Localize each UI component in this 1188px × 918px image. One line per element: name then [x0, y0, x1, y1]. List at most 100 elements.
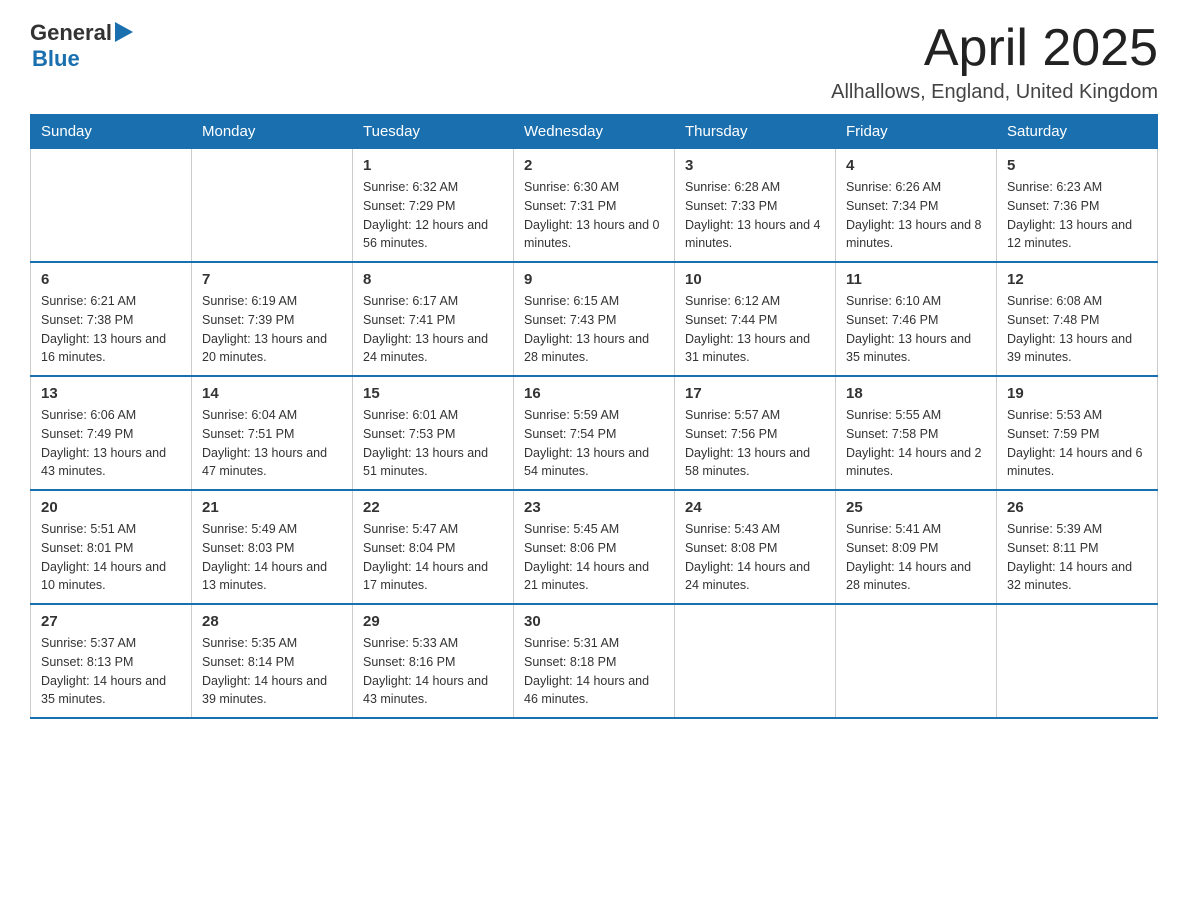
col-tuesday: Tuesday [353, 115, 514, 149]
day-number: 7 [202, 271, 342, 288]
sunset-text: Sunset: 7:39 PM [202, 311, 342, 330]
sunrise-text: Sunrise: 6:26 AM [846, 178, 986, 197]
table-row: 18Sunrise: 5:55 AMSunset: 7:58 PMDayligh… [836, 376, 997, 490]
day-number: 28 [202, 613, 342, 630]
day-number: 14 [202, 385, 342, 402]
sunrise-text: Sunrise: 5:41 AM [846, 520, 986, 539]
title-area: April 2025 Allhallows, England, United K… [831, 20, 1158, 104]
day-info: Sunrise: 6:04 AMSunset: 7:51 PMDaylight:… [202, 406, 342, 481]
sunset-text: Sunset: 7:58 PM [846, 425, 986, 444]
daylight-text: Daylight: 13 hours and 24 minutes. [363, 330, 503, 368]
sunrise-text: Sunrise: 6:10 AM [846, 292, 986, 311]
daylight-text: Daylight: 13 hours and 54 minutes. [524, 444, 664, 482]
table-row: 24 Sunrise: 5:43 AMSunset: 8:08 PMDayligh… [675, 490, 836, 604]
day-info: Sunrise: 5:35 AMSunset: 8:14 PMDaylight:… [202, 634, 342, 709]
day-info: Sunrise: 5:59 AMSunset: 7:54 PMDaylight:… [524, 406, 664, 481]
daylight-text: Daylight: 14 hours and 43 minutes. [363, 672, 503, 710]
table-row: 23Sunrise: 5:45 AMSunset: 8:06 PMDayligh… [514, 490, 675, 604]
day-info: Sunrise: 5:49 AMSunset: 8:03 PMDaylight:… [202, 520, 342, 595]
col-wednesday: Wednesday [514, 115, 675, 149]
sunrise-text: Sunrise: 5:31 AM [524, 634, 664, 653]
sunset-text: Sunset: 7:33 PM [685, 197, 825, 216]
day-number: 13 [41, 385, 181, 402]
day-info: Sunrise: 5:45 AMSunset: 8:06 PMDaylight:… [524, 520, 664, 595]
daylight-text: Daylight: 14 hours and 10 minutes. [41, 558, 181, 596]
page-header: General Blue April 2025 Allhallows, Engl… [30, 20, 1158, 104]
day-info: Sunrise: 5:53 AMSunset: 7:59 PMDaylight:… [1007, 406, 1147, 481]
sunset-text: Sunset: 8:16 PM [363, 653, 503, 672]
sunrise-text: Sunrise: 6:21 AM [41, 292, 181, 311]
table-row: 26 Sunrise: 5:39 AMSunset: 8:11 PMDayligh… [997, 490, 1158, 604]
table-row: 16 Sunrise: 5:59 AMSunset: 7:54 PMDayligh… [514, 376, 675, 490]
calendar-week-row: 1 Sunrise: 6:32 AMSunset: 7:29 PMDaylight… [31, 149, 1158, 263]
col-sunday: Sunday [31, 115, 192, 149]
sunrise-text: Sunrise: 6:23 AM [1007, 178, 1147, 197]
sunrise-text: Sunrise: 6:28 AM [685, 178, 825, 197]
day-info: Sunrise: 6:32 AMSunset: 7:29 PMDaylight:… [363, 178, 503, 253]
month-title: April 2025 [831, 20, 1158, 77]
day-number: 30 [524, 613, 664, 630]
day-number: 1 [363, 157, 503, 174]
day-info: Sunrise: 5:43 AMSunset: 8:08 PMDaylight:… [685, 520, 825, 595]
sunrise-text: Sunrise: 6:01 AM [363, 406, 503, 425]
daylight-text: Daylight: 14 hours and 24 minutes. [685, 558, 825, 596]
table-row: 13Sunrise: 6:06 AMSunset: 7:49 PMDayligh… [31, 376, 192, 490]
table-row: 7Sunrise: 6:19 AMSunset: 7:39 PMDaylight… [192, 262, 353, 376]
table-row [192, 149, 353, 263]
day-info: Sunrise: 6:21 AMSunset: 7:38 PMDaylight:… [41, 292, 181, 367]
sunrise-text: Sunrise: 5:35 AM [202, 634, 342, 653]
day-info: Sunrise: 5:31 AMSunset: 8:18 PMDaylight:… [524, 634, 664, 709]
day-number: 24 [685, 499, 825, 516]
sunrise-text: Sunrise: 5:59 AM [524, 406, 664, 425]
table-row: 14 Sunrise: 6:04 AMSunset: 7:51 PMDayligh… [192, 376, 353, 490]
sunset-text: Sunset: 7:44 PM [685, 311, 825, 330]
day-info: Sunrise: 5:39 AMSunset: 8:11 PMDaylight:… [1007, 520, 1147, 595]
col-monday: Monday [192, 115, 353, 149]
table-row: 9Sunrise: 6:15 AMSunset: 7:43 PMDaylight… [514, 262, 675, 376]
sunrise-text: Sunrise: 6:06 AM [41, 406, 181, 425]
day-number: 25 [846, 499, 986, 516]
sunrise-text: Sunrise: 5:43 AM [685, 520, 825, 539]
table-row: 12Sunrise: 6:08 AMSunset: 7:48 PMDayligh… [997, 262, 1158, 376]
sunset-text: Sunset: 7:49 PM [41, 425, 181, 444]
sunrise-text: Sunrise: 5:55 AM [846, 406, 986, 425]
day-info: Sunrise: 5:47 AMSunset: 8:04 PMDaylight:… [363, 520, 503, 595]
day-info: Sunrise: 5:57 AMSunset: 7:56 PMDaylight:… [685, 406, 825, 481]
sunset-text: Sunset: 8:06 PM [524, 539, 664, 558]
calendar-week-row: 20Sunrise: 5:51 AMSunset: 8:01 PMDayligh… [31, 490, 1158, 604]
day-number: 3 [685, 157, 825, 174]
day-info: Sunrise: 5:55 AMSunset: 7:58 PMDaylight:… [846, 406, 986, 481]
daylight-text: Daylight: 13 hours and 16 minutes. [41, 330, 181, 368]
daylight-text: Daylight: 13 hours and 28 minutes. [524, 330, 664, 368]
daylight-text: Daylight: 14 hours and 6 minutes. [1007, 444, 1147, 482]
day-info: Sunrise: 5:37 AMSunset: 8:13 PMDaylight:… [41, 634, 181, 709]
day-info: Sunrise: 6:30 AMSunset: 7:31 PMDaylight:… [524, 178, 664, 253]
sunrise-text: Sunrise: 6:15 AM [524, 292, 664, 311]
table-row: 5Sunrise: 6:23 AMSunset: 7:36 PMDaylight… [997, 149, 1158, 263]
sunrise-text: Sunrise: 6:32 AM [363, 178, 503, 197]
day-number: 20 [41, 499, 181, 516]
sunset-text: Sunset: 7:36 PM [1007, 197, 1147, 216]
sunset-text: Sunset: 7:53 PM [363, 425, 503, 444]
sunrise-text: Sunrise: 5:45 AM [524, 520, 664, 539]
daylight-text: Daylight: 12 hours and 56 minutes. [363, 216, 503, 254]
day-number: 26 [1007, 499, 1147, 516]
daylight-text: Daylight: 13 hours and 35 minutes. [846, 330, 986, 368]
table-row [675, 604, 836, 718]
day-info: Sunrise: 6:17 AMSunset: 7:41 PMDaylight:… [363, 292, 503, 367]
table-row: 2Sunrise: 6:30 AMSunset: 7:31 PMDaylight… [514, 149, 675, 263]
day-number: 16 [524, 385, 664, 402]
sunrise-text: Sunrise: 6:17 AM [363, 292, 503, 311]
daylight-text: Daylight: 14 hours and 17 minutes. [363, 558, 503, 596]
day-number: 10 [685, 271, 825, 288]
daylight-text: Daylight: 13 hours and 12 minutes. [1007, 216, 1147, 254]
day-number: 22 [363, 499, 503, 516]
calendar-week-row: 13 Sunrise: 6:06 AMSunset: 7:49 PM Dayligh… [31, 376, 1158, 490]
daylight-text: Daylight: 14 hours and 32 minutes. [1007, 558, 1147, 596]
day-info: Sunrise: 6:08 AMSunset: 7:48 PMDaylight:… [1007, 292, 1147, 367]
table-row: 29Sunrise: 5:33 AMSunset: 8:16 PMDayligh… [353, 604, 514, 718]
logo-arrow-icon [115, 22, 133, 42]
daylight-text: Daylight: 14 hours and 13 minutes. [202, 558, 342, 596]
sunrise-text: Sunrise: 5:39 AM [1007, 520, 1147, 539]
sunrise-text: Sunrise: 6:19 AM [202, 292, 342, 311]
